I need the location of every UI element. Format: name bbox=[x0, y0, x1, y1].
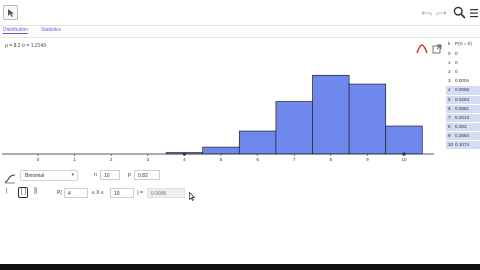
x-tick-label: 7 bbox=[293, 157, 296, 162]
table-row: 3 0.0004 bbox=[446, 77, 480, 85]
table-cell-probability: 0.0881 bbox=[455, 105, 470, 111]
table-cell-k: 5 bbox=[448, 96, 451, 102]
export-icon[interactable] bbox=[432, 41, 444, 54]
x-tick-label: 2 bbox=[110, 157, 113, 162]
table-row: 4 0.0055 bbox=[446, 86, 480, 95]
table-cell-probability: 0 bbox=[455, 69, 458, 75]
param-p-input[interactable]: 0.82 bbox=[134, 170, 160, 180]
distribution-controls: Binomial ▾ n 10 p 0.82 | [ ] ]| P( 4 ≤ X… bbox=[0, 166, 480, 200]
probability-result-value: 0.9996 bbox=[151, 191, 167, 197]
x-tick-label: 0 bbox=[37, 157, 40, 162]
probability-result: 0.9996 bbox=[147, 188, 185, 198]
param-n-input[interactable]: 10 bbox=[100, 170, 120, 180]
table-cell-probability: 0.0264 bbox=[455, 96, 470, 102]
right-sided-label: ]| bbox=[34, 188, 38, 194]
table-cell-k: 10 bbox=[448, 142, 454, 147]
probability-table: k P(X = k) 0 0 1 0 2 0 3 0.0004 4 0.0055 5 0.0264 6 0… bbox=[446, 38, 480, 150]
x-tick-label: 1 bbox=[73, 157, 76, 162]
upper-bound-input[interactable]: 10 bbox=[110, 188, 134, 198]
lower-bound-input[interactable]: 4 bbox=[64, 188, 88, 198]
param-p-label: p bbox=[128, 172, 131, 178]
screen-bottom-edge bbox=[0, 264, 480, 270]
distribution-select-value: Binomial bbox=[25, 173, 45, 179]
interval-button[interactable]: [ ] bbox=[18, 187, 28, 198]
table-row: 10 0.1074 bbox=[446, 141, 480, 150]
undo-icon[interactable] bbox=[421, 7, 433, 19]
histogram-bar bbox=[275, 101, 313, 155]
histogram-bar bbox=[385, 125, 423, 155]
param-p-value: 0.82 bbox=[138, 173, 148, 179]
histogram-bar bbox=[348, 83, 387, 155]
tab-distribution[interactable]: Distribution bbox=[3, 27, 29, 34]
table-cell-probability: 0 bbox=[455, 60, 458, 66]
interval-end-point[interactable] bbox=[402, 152, 406, 156]
table-row: 10 bbox=[446, 59, 480, 67]
table-cell-k: 8 bbox=[448, 123, 451, 129]
right-sided-button[interactable]: ]| bbox=[32, 187, 42, 198]
chevron-down-icon: ▾ bbox=[71, 172, 74, 178]
menu-icon[interactable] bbox=[469, 7, 480, 19]
table-cell-k: 7 bbox=[448, 114, 451, 120]
tab-statistics[interactable]: Statistics bbox=[41, 27, 61, 33]
table-cell-probability: 0.2013 bbox=[455, 114, 470, 120]
lower-bound-value: 4 bbox=[68, 191, 71, 197]
interval-end-point[interactable] bbox=[182, 152, 186, 156]
histogram-bar bbox=[312, 74, 350, 155]
table-row: 9 0.2684 bbox=[446, 131, 480, 141]
table-cell-k: 2 bbox=[448, 69, 451, 75]
table-cell-probability: 0.0004 bbox=[455, 78, 470, 84]
table-cell-k: 4 bbox=[448, 87, 451, 93]
table-row: 5 0.0264 bbox=[446, 95, 480, 104]
table-row: 00 bbox=[446, 50, 480, 58]
table-cell-k: 9 bbox=[448, 132, 451, 138]
histogram-bar bbox=[238, 130, 277, 155]
x-tick-label: 10 bbox=[401, 157, 407, 162]
table-row: 20 bbox=[446, 68, 480, 76]
x-tick-label: 6 bbox=[256, 157, 259, 162]
x-tick-label: 9 bbox=[366, 157, 369, 162]
x-tick-label: 4 bbox=[183, 157, 186, 162]
table-cell-probability: 0.302 bbox=[455, 123, 467, 129]
table-row: 7 0.2013 bbox=[446, 113, 480, 123]
x-tick-label: 3 bbox=[147, 157, 150, 162]
table-row: 8 0.302 bbox=[446, 122, 480, 132]
x-tick-label: 8 bbox=[330, 157, 333, 162]
table-header-k: k bbox=[448, 41, 451, 46]
move-tool-button[interactable] bbox=[3, 5, 18, 20]
table-cell-probability: 0.0055 bbox=[455, 87, 470, 93]
table-cell-k: 0 bbox=[448, 51, 451, 56]
search-icon[interactable] bbox=[453, 6, 466, 19]
arrow-pointer-icon bbox=[8, 9, 14, 17]
equals-label: ) = bbox=[137, 190, 143, 196]
overlay-curve-icon[interactable] bbox=[416, 41, 428, 54]
histogram-bar bbox=[202, 146, 240, 155]
param-n-label: n bbox=[94, 172, 97, 178]
table-cell-probability: 0.2684 bbox=[455, 132, 470, 138]
table-cell-k: 1 bbox=[448, 60, 451, 66]
table-row: 6 0.0881 bbox=[446, 104, 480, 113]
table-header-p: P(X = k) bbox=[455, 41, 472, 46]
x-tick-label: 5 bbox=[220, 157, 223, 162]
table-cell-k: 6 bbox=[448, 105, 451, 111]
left-sided-label: | bbox=[6, 188, 8, 194]
interval-label: [ ] bbox=[21, 189, 27, 195]
chart-svg: 0 1 2 3 4 5 6 7 8 9 10 bbox=[2, 74, 434, 162]
table-cell-probability: 0 bbox=[455, 51, 458, 56]
table-cell-probability: 0.1074 bbox=[455, 142, 470, 147]
left-sided-button[interactable]: | bbox=[4, 187, 14, 198]
range-operator-label: ≤ X ≤ bbox=[92, 190, 104, 196]
app-window: Distribution Statistics μ = 8.2 σ = 1.21… bbox=[0, 0, 480, 264]
distribution-chart: 0 1 2 3 4 5 6 7 8 9 10 bbox=[0, 38, 446, 162]
upper-bound-value: 10 bbox=[114, 191, 120, 197]
toolbar bbox=[0, 0, 480, 26]
table-header: k P(X = k) bbox=[446, 41, 480, 49]
distribution-curve-icon bbox=[4, 171, 16, 184]
redo-icon[interactable] bbox=[435, 7, 447, 19]
distribution-select[interactable]: Binomial ▾ bbox=[20, 170, 78, 181]
table-cell-k: 3 bbox=[448, 78, 451, 84]
probability-label: P( bbox=[57, 190, 62, 196]
mouse-cursor-icon bbox=[189, 188, 196, 206]
param-n-value: 10 bbox=[104, 173, 110, 179]
